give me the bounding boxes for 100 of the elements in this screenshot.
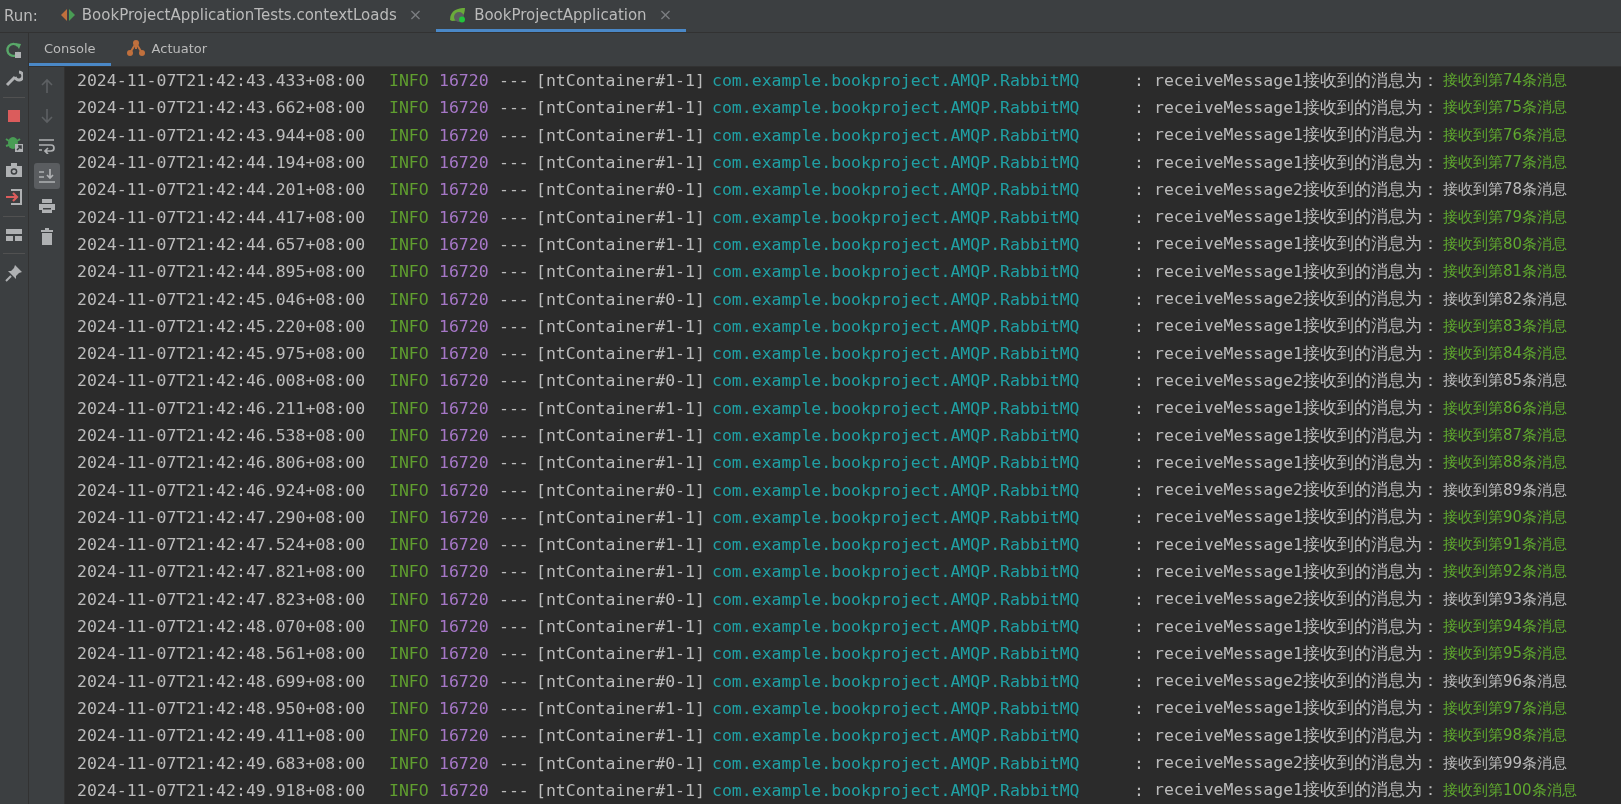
camera-icon[interactable] — [5, 162, 23, 178]
log-level: INFO — [389, 71, 430, 91]
log-message: receiveMessage1接收到的消息为： — [1154, 96, 1439, 119]
log-message: receiveMessage1接收到的消息为： — [1154, 69, 1439, 92]
colon-text: : — [1134, 207, 1145, 227]
log-level: INFO — [389, 617, 430, 637]
timestamp: 2024-11-07T21:42:43.433+08:00 — [77, 71, 367, 91]
log-message: receiveMessage1接收到的消息为： — [1154, 697, 1439, 720]
logger-name: com.example.bookproject.AMQP.RabbitMQ — [712, 644, 1081, 664]
separator-text: --- — [499, 562, 530, 582]
log-message: receiveMessage1接收到的消息为： — [1154, 561, 1439, 583]
timestamp: 2024-11-07T21:42:48.950+08:00 — [77, 698, 367, 718]
separator-text: --- — [499, 71, 530, 91]
logger-name: com.example.bookproject.AMQP.RabbitMQ — [712, 98, 1081, 118]
process-id: 16720 — [439, 207, 490, 227]
separator-text: --- — [499, 535, 530, 555]
separator-text: --- — [499, 589, 530, 609]
log-level: INFO — [389, 398, 430, 418]
separator-text: --- — [499, 698, 530, 718]
separator-text: --- — [499, 617, 530, 637]
thread-name: [ntContainer#0-1] — [536, 180, 706, 200]
wrench-icon[interactable] — [5, 69, 23, 87]
run-tab[interactable]: BookProjectApplicationTests.contextLoads × — [47, 0, 437, 32]
thread-name: [ntContainer#1-1] — [536, 453, 706, 473]
log-level: INFO — [389, 371, 430, 391]
log-message: receiveMessage1接收到的消息为： — [1154, 315, 1439, 338]
colon-text: : — [1134, 153, 1145, 173]
nodes-icon — [125, 39, 146, 57]
thread-name: [ntContainer#1-1] — [536, 644, 706, 664]
log-message: receiveMessage1接收到的消息为： — [1154, 533, 1439, 556]
colon-text: : — [1134, 289, 1145, 309]
colon-text: : — [1134, 234, 1145, 254]
separator-text: --- — [499, 289, 530, 309]
log-message: receiveMessage1接收到的消息为： — [1154, 233, 1439, 256]
process-id: 16720 — [439, 453, 490, 473]
layout-icon[interactable] — [5, 227, 23, 243]
log-message: receiveMessage1接收到的消息为： — [1154, 151, 1439, 174]
log-message: receiveMessage1接收到的消息为： — [1154, 424, 1439, 447]
exit-icon[interactable] — [5, 188, 23, 206]
colon-text: : — [1134, 98, 1145, 118]
log-level: INFO — [389, 98, 430, 118]
logger-name: com.example.bookproject.AMQP.RabbitMQ — [712, 480, 1081, 500]
trash-icon[interactable] — [38, 227, 55, 245]
thread-name: [ntContainer#1-1] — [536, 726, 706, 746]
process-id: 16720 — [439, 234, 490, 254]
log-level: INFO — [389, 562, 430, 582]
soft-wrap-icon[interactable] — [37, 138, 56, 154]
separator-text: --- — [499, 507, 530, 527]
thread-name: [ntContainer#1-1] — [536, 207, 706, 227]
bug-icon[interactable] — [5, 134, 23, 152]
pin-icon[interactable] — [5, 264, 23, 282]
process-id: 16720 — [439, 589, 490, 609]
rerun-icon[interactable] — [5, 41, 23, 59]
colon-text: : — [1134, 71, 1145, 91]
printer-icon[interactable] — [37, 198, 56, 214]
process-id: 16720 — [439, 125, 490, 145]
timestamp: 2024-11-07T21:42:48.561+08:00 — [77, 644, 367, 664]
colon-text: : — [1134, 589, 1145, 609]
thread-name: [ntContainer#0-1] — [536, 753, 706, 773]
thread-name: [ntContainer#1-1] — [536, 125, 706, 145]
process-id: 16720 — [439, 780, 490, 800]
colon-text: : — [1134, 398, 1145, 418]
message-body: 接收到第78条消息 — [1443, 180, 1568, 200]
process-id: 16720 — [439, 753, 490, 773]
thread-name: [ntContainer#1-1] — [536, 398, 706, 418]
separator-text: --- — [499, 180, 530, 200]
separator-text: --- — [499, 453, 530, 473]
process-id: 16720 — [439, 671, 490, 691]
message-body: 接收到第83条消息 — [1443, 316, 1568, 336]
thread-name: [ntContainer#1-1] — [536, 507, 706, 527]
timestamp: 2024-11-07T21:42:45.046+08:00 — [77, 289, 367, 309]
scroll-to-end-icon[interactable] — [37, 168, 56, 184]
logger-name: com.example.bookproject.AMQP.RabbitMQ — [712, 207, 1081, 227]
stop-icon[interactable] — [6, 108, 22, 124]
colon-text: : — [1134, 180, 1145, 200]
separator-text: --- — [499, 671, 530, 691]
thread-name: [ntContainer#1-1] — [536, 535, 706, 555]
log-level: INFO — [389, 153, 430, 173]
process-id: 16720 — [439, 371, 490, 391]
timestamp: 2024-11-07T21:42:49.918+08:00 — [77, 780, 367, 800]
process-id: 16720 — [439, 289, 490, 309]
log-level: INFO — [389, 589, 430, 609]
log-message: receiveMessage1接收到的消息为： — [1154, 506, 1439, 529]
message-body: 接收到第92条消息 — [1443, 562, 1568, 582]
thread-name: [ntContainer#1-1] — [536, 426, 706, 445]
separator-text: --- — [499, 371, 530, 391]
thread-name: [ntContainer#1-1] — [536, 153, 706, 173]
colon-text: : — [1134, 617, 1145, 637]
log-level: INFO — [389, 780, 430, 800]
console-tab[interactable]: Actuator — [110, 33, 223, 66]
process-id: 16720 — [439, 698, 490, 718]
message-body: 接收到第74条消息 — [1443, 71, 1568, 91]
message-body: 接收到第100条消息 — [1443, 780, 1577, 800]
thread-name: [ntContainer#0-1] — [536, 289, 706, 309]
log-level: INFO — [389, 125, 430, 145]
timestamp: 2024-11-07T21:42:47.524+08:00 — [77, 535, 367, 555]
colon-text: : — [1134, 125, 1145, 145]
colon-text: : — [1134, 426, 1145, 445]
process-id: 16720 — [439, 398, 490, 418]
colon-text: : — [1134, 344, 1145, 364]
